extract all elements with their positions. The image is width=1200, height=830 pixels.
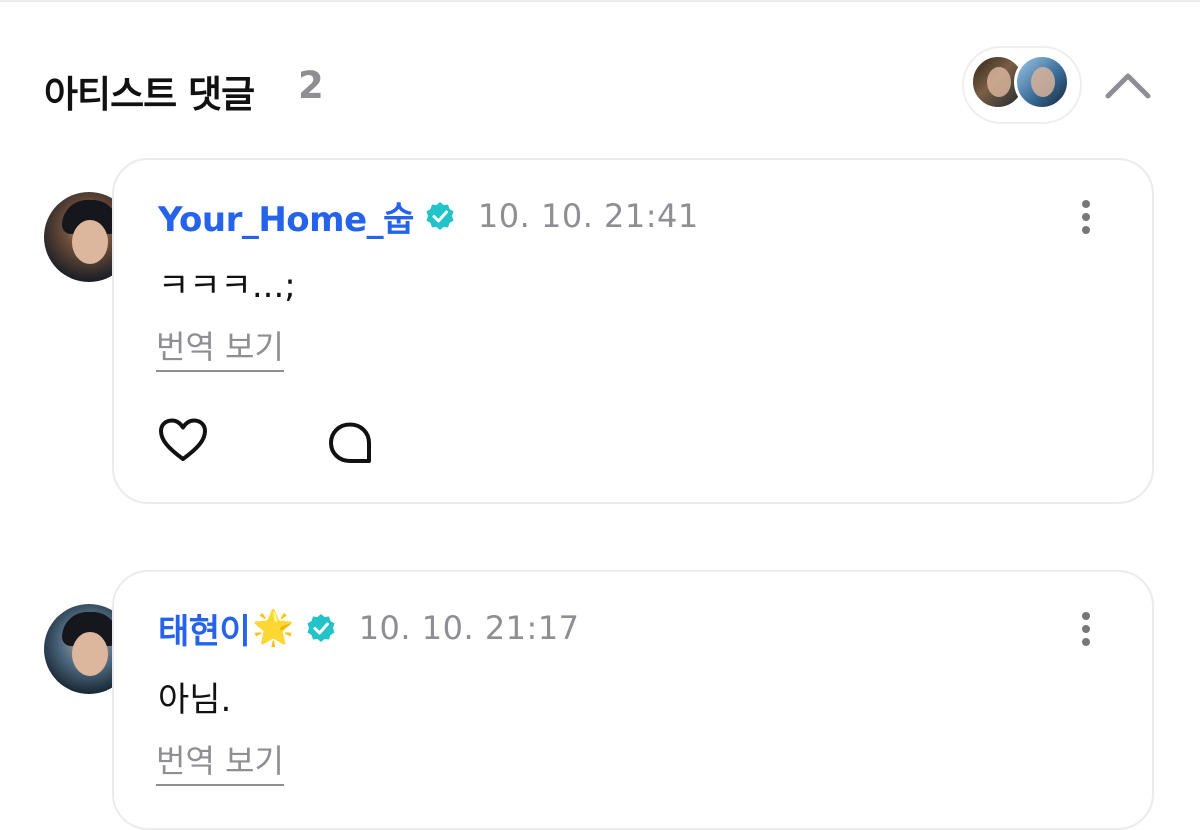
collapse-button[interactable]	[1100, 64, 1156, 108]
avatar	[1014, 54, 1070, 110]
comment-count: 2	[298, 64, 324, 107]
verified-badge-icon	[426, 202, 454, 230]
comment-item: Your_Home_숩 10. 10. 21:41 ㅋㅋㅋ...; 번역 보기	[44, 158, 1156, 504]
more-options-button[interactable]	[1074, 196, 1098, 236]
section-title: 아티스트 댓글	[44, 73, 255, 116]
comment-item: 태현이 🌟 10. 10. 21:17 아님. 번역 보기	[44, 570, 1156, 830]
comment-meta: Your_Home_숩 10. 10. 21:41	[158, 192, 699, 241]
reply-button[interactable]	[326, 420, 374, 466]
comment-text: ㅋㅋㅋ...;	[158, 266, 296, 306]
verified-badge-icon	[307, 614, 335, 642]
comment-timestamp: 10. 10. 21:17	[358, 609, 580, 647]
more-vertical-icon	[1082, 200, 1090, 208]
heart-icon	[159, 418, 207, 461]
star-emoji: 🌟	[252, 608, 295, 648]
more-vertical-icon	[1082, 612, 1090, 620]
username[interactable]: 태현이	[158, 604, 251, 653]
chevron-up-icon	[1105, 73, 1151, 99]
more-options-button[interactable]	[1074, 608, 1098, 648]
comment-bubble-icon	[329, 422, 371, 463]
translate-link[interactable]: 번역 보기	[156, 736, 284, 786]
top-divider	[0, 0, 1200, 2]
comment-meta: 태현이 🌟 10. 10. 21:17	[158, 604, 580, 653]
artist-avatar-stack[interactable]	[962, 46, 1082, 124]
translate-link[interactable]: 번역 보기	[156, 322, 284, 372]
like-button[interactable]	[158, 418, 208, 464]
comment-text: 아님.	[158, 680, 232, 720]
comment-timestamp: 10. 10. 21:41	[477, 197, 699, 235]
artist-comments-header: 아티스트 댓글 2	[44, 46, 1156, 124]
username[interactable]: Your_Home_숩	[158, 192, 414, 241]
